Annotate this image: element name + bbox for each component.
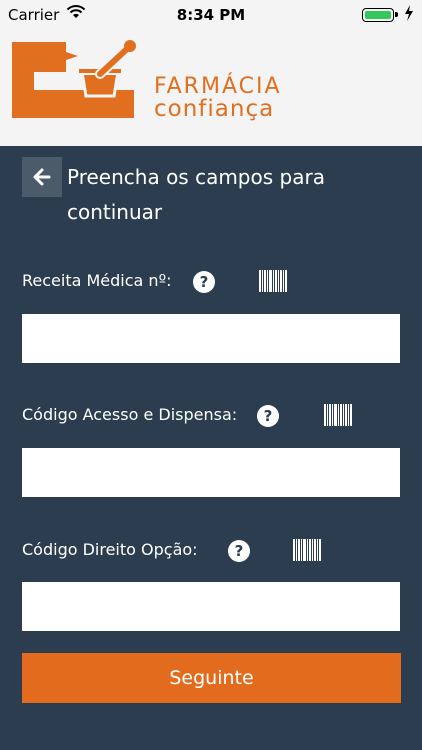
question-circle-icon[interactable]: ?	[227, 539, 251, 563]
arrow-left-icon	[33, 168, 51, 186]
barcode-icon[interactable]	[324, 404, 352, 426]
svg-text:?: ?	[200, 273, 209, 291]
battery-icon	[362, 8, 398, 22]
opcao-input[interactable]	[22, 582, 400, 631]
question-circle-icon[interactable]: ?	[192, 270, 216, 294]
charging-icon	[405, 5, 413, 21]
clock: 8:34 PM	[176, 6, 246, 24]
svg-text:?: ?	[264, 407, 273, 425]
brand-name-line2: confiança	[154, 96, 275, 122]
receita-input[interactable]	[22, 314, 400, 363]
page-title: Preencha os campos para continuar	[67, 165, 325, 224]
acesso-input[interactable]	[22, 448, 400, 497]
barcode-icon[interactable]	[259, 270, 287, 292]
field-label-acesso: Código Acesso e Dispensa:	[22, 405, 238, 424]
status-bar: Carrier 8:34 PM	[0, 0, 422, 30]
next-button[interactable]: Seguinte	[22, 653, 401, 703]
pharmacy-logo-icon	[12, 40, 136, 118]
header: FARMÁCIA confiança	[0, 30, 422, 146]
back-button[interactable]	[22, 157, 62, 197]
field-label-opcao: Código Direito Opção:	[22, 540, 198, 559]
question-circle-icon[interactable]: ?	[256, 404, 280, 428]
svg-text:?: ?	[235, 542, 244, 560]
field-label-receita: Receita Médica nº:	[22, 271, 172, 290]
barcode-icon[interactable]	[293, 539, 321, 561]
